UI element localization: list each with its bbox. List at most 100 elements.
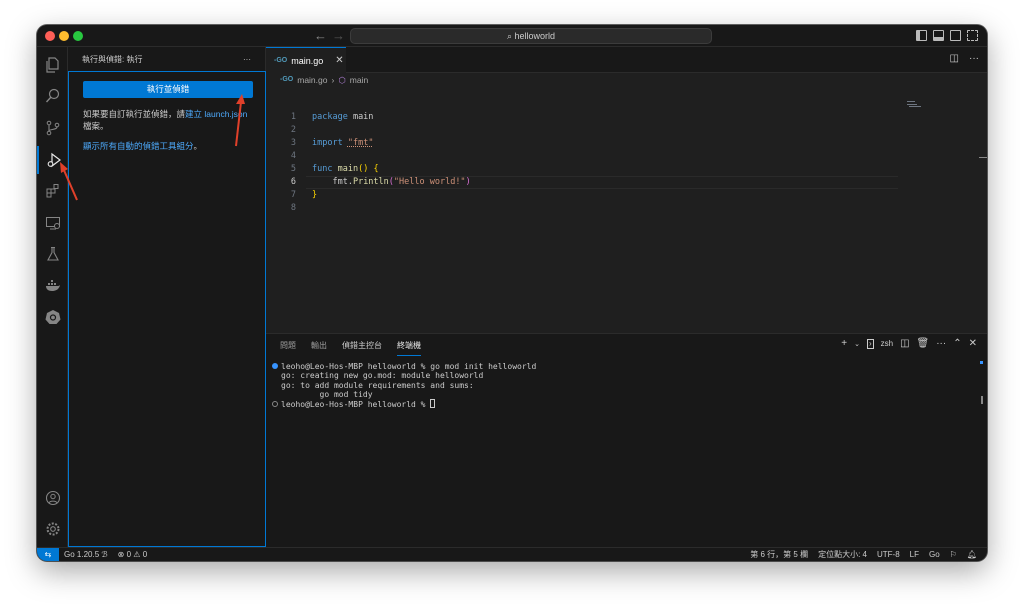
toggle-panel-icon[interactable] xyxy=(933,30,944,41)
tab-debug-console[interactable]: 偵錯主控台 xyxy=(342,340,382,356)
split-editor-icon[interactable]: ◫ xyxy=(950,53,959,64)
shell-label[interactable]: zsh xyxy=(881,339,893,348)
status-bar: ⇆ Go 1.20.5 ℬ ⊗ 0 ⚠ 0 第 6 行，第 5 欄 定位點大小:… xyxy=(37,547,987,561)
kubernetes-icon[interactable] xyxy=(37,303,68,331)
terminal-icon: › xyxy=(866,338,874,349)
line-number: 5 xyxy=(290,164,296,174)
maximize-panel-icon[interactable]: ⌃ xyxy=(953,338,961,349)
editor-more-icon[interactable]: ··· xyxy=(969,53,979,64)
line-number: 6 xyxy=(290,177,296,187)
close-tab-icon[interactable]: ✕ xyxy=(335,55,343,66)
editor-actions: ◫ ··· xyxy=(950,53,979,64)
code-line: 6 fmt.Println("Hello world!") xyxy=(266,176,966,189)
command-center-search[interactable]: ⌕ helloworld xyxy=(350,28,712,44)
terminal-scrollbar[interactable] xyxy=(981,396,983,404)
sidebar-header: 執行與偵錯: 執行 ··· xyxy=(68,47,265,71)
code-line: 5 func main() { xyxy=(266,163,966,176)
line-number: 4 xyxy=(290,151,296,161)
panel-more-icon[interactable]: ··· xyxy=(936,338,946,349)
run-and-debug-button[interactable]: 執行並偵錯 xyxy=(83,81,253,98)
editor-tab-bar: -GO main.go ✕ ◫ ··· xyxy=(266,47,987,73)
go-file-icon: -GO xyxy=(274,57,288,64)
terminal-line: go: creating new go.mod: module hellowor… xyxy=(281,371,484,381)
search-icon: ⌕ xyxy=(506,31,512,41)
breadcrumb: -GO main.go › ⬡ main xyxy=(266,73,987,87)
annotation-arrow-activity xyxy=(60,162,78,201)
line-number: 3 xyxy=(290,138,296,148)
chevron-right-icon: › xyxy=(331,75,335,85)
annotation-arrow-run-button xyxy=(235,94,245,147)
toggle-secondary-sidebar-icon[interactable] xyxy=(950,30,961,41)
line-number: 2 xyxy=(290,125,296,135)
line-number: 7 xyxy=(290,190,296,200)
remote-explorer-icon[interactable] xyxy=(37,209,68,237)
breadcrumb-file[interactable]: main.go xyxy=(297,73,327,87)
toggle-sidebar-icon[interactable] xyxy=(916,30,927,41)
source-control-icon[interactable] xyxy=(37,114,68,142)
split-terminal-icon[interactable]: ◫ xyxy=(900,338,909,349)
go-file-icon: -GO xyxy=(280,76,294,83)
file-text: 檔案。 xyxy=(83,121,109,131)
window-title: helloworld xyxy=(514,31,556,41)
code-line: 1 package main xyxy=(266,111,966,124)
explorer-icon[interactable] xyxy=(37,51,68,79)
close-panel-icon[interactable]: ✕ xyxy=(969,338,977,349)
problems-status[interactable]: ⊗ 0 ⚠ 0 xyxy=(118,548,147,561)
chevron-down-icon[interactable]: ⌄ xyxy=(854,340,860,348)
minimize-window-button[interactable] xyxy=(59,31,69,41)
scrollbar-ruler[interactable] xyxy=(979,157,987,158)
panel-actions: + ⌄ › zsh ◫ 🗑 ··· ⌃ ✕ xyxy=(841,338,977,349)
minimap[interactable] xyxy=(907,101,921,109)
cursor-position[interactable]: 第 6 行，第 5 欄 xyxy=(750,548,808,561)
close-window-button[interactable] xyxy=(45,31,55,41)
terminal-scroll-marker xyxy=(980,361,983,364)
manage-gear-icon[interactable] xyxy=(37,515,68,543)
new-terminal-icon[interactable]: + xyxy=(841,338,847,349)
remote-indicator-icon[interactable]: ⇆ xyxy=(37,548,59,561)
kill-terminal-icon[interactable]: 🗑 xyxy=(917,338,930,349)
feedback-icon[interactable]: ⚐ xyxy=(950,548,957,561)
tab-main-go[interactable]: -GO main.go ✕ xyxy=(266,47,346,73)
show-all-debuggers-link[interactable]: 顯示所有自動的偵錯工具組分 xyxy=(83,141,194,151)
back-arrow-icon[interactable]: ← xyxy=(314,28,327,44)
tab-label: main.go xyxy=(291,55,324,66)
zoom-window-button[interactable] xyxy=(73,31,83,41)
custom-text: 如果要自訂執行並偵錯，請 xyxy=(83,109,186,119)
terminal-output[interactable]: leoho@Leo-Hos-MBP helloworld % go mod in… xyxy=(272,362,536,409)
terminal-line: go: to add module requirements and sums: xyxy=(281,380,474,390)
customize-layout-icon[interactable] xyxy=(967,30,978,41)
show-all-suffix: 。 xyxy=(193,141,203,151)
code-editor[interactable]: 1 package main 2 3 import "fmt" 4 5 func… xyxy=(266,87,987,333)
breadcrumb-symbol[interactable]: main xyxy=(350,73,368,87)
forward-arrow-icon[interactable]: → xyxy=(332,28,345,44)
command-success-icon xyxy=(272,363,278,369)
title-bar: ← → ⌕ helloworld xyxy=(37,25,987,47)
terminal-line: leoho@Leo-Hos-MBP helloworld % xyxy=(272,399,536,409)
bottom-panel: 問題 輸出 偵錯主控台 終端機 + ⌄ › zsh ◫ 🗑 ··· ⌃ ✕ le… xyxy=(266,333,987,547)
indentation[interactable]: 定位點大小: 4 xyxy=(818,548,867,561)
encoding[interactable]: UTF-8 xyxy=(877,548,900,561)
status-right: 第 6 行，第 5 欄 定位點大小: 4 UTF-8 LF Go ⚐ 🔔︎ xyxy=(750,548,977,561)
code-line: 4 xyxy=(266,150,966,163)
end-of-line[interactable]: LF xyxy=(910,548,919,561)
accounts-icon[interactable] xyxy=(37,484,68,512)
tab-problems[interactable]: 問題 xyxy=(280,340,296,356)
tab-output[interactable]: 輸出 xyxy=(311,340,327,356)
code-text: func main() { xyxy=(312,164,379,174)
code-line: 2 xyxy=(266,124,966,137)
code-text: package main xyxy=(312,112,374,122)
search-icon[interactable] xyxy=(37,82,68,110)
go-version[interactable]: Go 1.20.5 ℬ xyxy=(64,548,108,561)
code-line: 3 import "fmt" xyxy=(266,137,966,150)
tab-terminal[interactable]: 終端機 xyxy=(397,340,421,356)
notifications-bell-icon[interactable]: 🔔︎ xyxy=(967,548,977,561)
language-mode[interactable]: Go xyxy=(929,548,940,561)
panel-tabs: 問題 輸出 偵錯主控台 終端機 xyxy=(280,340,421,356)
docker-icon[interactable] xyxy=(37,272,68,300)
command-pending-icon xyxy=(272,401,278,408)
code-text: import "fmt" xyxy=(312,138,374,148)
testing-flask-icon[interactable] xyxy=(37,240,68,268)
more-actions-icon[interactable]: ··· xyxy=(243,55,251,64)
go-settings-icon: ℬ xyxy=(101,550,108,559)
error-icon: ⊗ xyxy=(117,550,125,559)
